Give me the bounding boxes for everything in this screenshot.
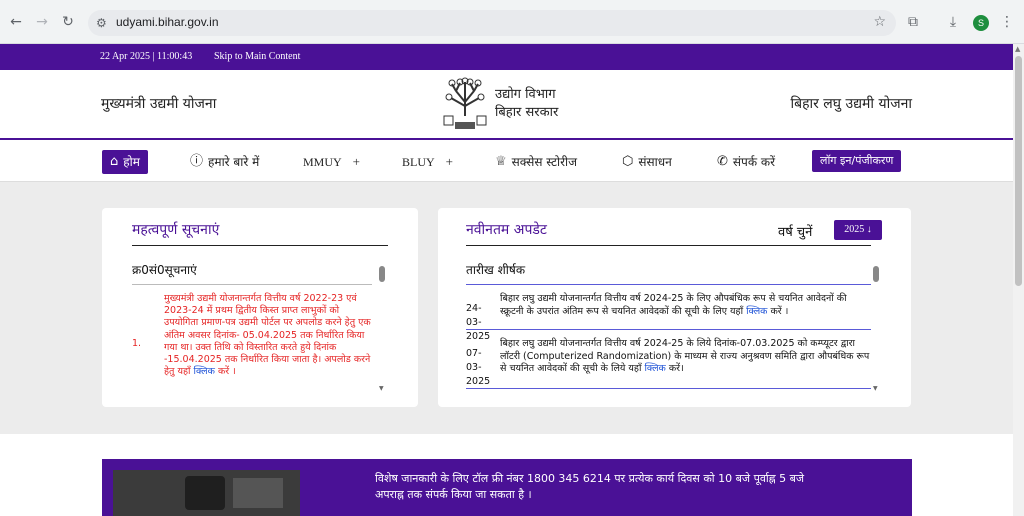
department-name: उद्योग विभाग बिहार सरकार (495, 86, 558, 122)
nav-resources-label: संसाधन (638, 155, 672, 169)
header-divider (132, 284, 372, 285)
browser-toolbar: ← → ↻ ⚙ udyami.bihar.gov.in ☆ ⧉ ⤓ S ⋮ (0, 0, 1024, 44)
notice-suffix: करें । (217, 366, 236, 378)
url-text[interactable]: udyami.bihar.gov.in (116, 15, 219, 29)
nav-mmuy[interactable]: MMUY + (303, 150, 360, 174)
box-icon: ⬡ (622, 154, 634, 169)
profile-avatar[interactable]: S (973, 15, 989, 31)
home-icon: ⌂ (110, 154, 119, 169)
header-divider (466, 284, 871, 285)
notices-scrollbar[interactable]: ▼ (379, 263, 387, 393)
nav-success-stories[interactable]: ♕ सक्सेस स्टोरीज (495, 150, 577, 174)
page-scrollbar[interactable]: ▲ (1013, 44, 1024, 516)
datetime-text: 22 Apr 2025 | 11:00:43 (100, 51, 193, 62)
dept-line-2: बिहार सरकार (495, 105, 559, 120)
update-text: बिहार लघु उद्यमी योजनान्तर्गत वित्तीय वर… (500, 293, 847, 317)
helpline-banner: विशेष जानकारी के लिए टॉल फ्री नंबर 1800 … (102, 459, 912, 516)
update-row: 07-03-2025 बिहार लघु उद्यमी योजनान्तर्गत… (466, 338, 871, 387)
address-bar[interactable]: ⚙ udyami.bihar.gov.in ☆ (88, 10, 896, 36)
nav-bluy-label: BLUY (402, 155, 435, 169)
updates-header-row: तारीख शीर्षक (466, 261, 525, 278)
helpline-phone-image (113, 470, 300, 516)
bluy-title-link[interactable]: बिहार लघु उद्यमी योजना (790, 94, 912, 113)
nav-success-label: सक्सेस स्टोरीज (511, 155, 578, 169)
year-select-label: वर्ष चुनें (778, 225, 813, 240)
page-content: 22 Apr 2025 | 11:00:43 Skip to Main Cont… (0, 44, 1013, 516)
helpline-text: विशेष जानकारी के लिए टॉल फ्री नंबर 1800 … (375, 472, 805, 501)
crown-icon: ♕ (495, 154, 507, 169)
skip-to-content-link[interactable]: Skip to Main Content (214, 51, 300, 62)
nav-mmuy-label: MMUY (303, 155, 342, 169)
site-info-icon[interactable]: ⚙ (96, 15, 112, 31)
info-icon: ⓘ (190, 154, 204, 169)
update-date: 07-03-2025 (466, 348, 491, 387)
bookmark-star-icon[interactable]: ☆ (873, 14, 886, 30)
updates-title: नवीनतम अपडेट (466, 222, 547, 238)
forward-icon[interactable]: → (34, 14, 50, 30)
update-text-block: बिहार लघु उद्यमी योजनान्तर्गत वित्तीय वर… (500, 293, 870, 318)
nav-home[interactable]: ⌂ होम (102, 150, 148, 174)
back-icon[interactable]: ← (8, 14, 24, 30)
notice-text: मुख्यमंत्री उद्यमी योजनान्तर्गत वित्तीय … (164, 293, 371, 378)
bihar-govt-emblem-icon (441, 76, 489, 132)
dept-line-1: उद्योग विभाग (495, 87, 556, 102)
nav-resources[interactable]: ⬡ संसाधन (622, 150, 672, 174)
notices-scroll-thumb[interactable] (379, 266, 385, 282)
expand-plus-icon: + (352, 154, 361, 169)
nav-contact[interactable]: ✆ संपर्क करें (717, 150, 775, 174)
update-suffix: करें । (770, 305, 789, 317)
nav-about-label: हमारे बारे में (208, 155, 260, 169)
notice-click-link[interactable]: क्लिक (194, 366, 215, 377)
phone-icon: ✆ (717, 154, 728, 169)
phone-handset-shape (185, 476, 225, 510)
reload-icon[interactable]: ↻ (60, 14, 76, 30)
nav-bluy[interactable]: BLUY + (402, 150, 453, 174)
update-click-link[interactable]: क्लिक (644, 363, 665, 374)
page-scroll-thumb[interactable] (1015, 56, 1022, 286)
col-notice-header: सूचनाएं (164, 263, 197, 277)
download-icon[interactable]: ⤓ (944, 13, 962, 31)
expand-plus-icon: + (445, 154, 454, 169)
latest-updates-card: नवीनतम अपडेट वर्ष चुनें 2025 ↓ तारीख शीर… (438, 208, 911, 407)
extensions-icon[interactable]: ⧉ (904, 13, 922, 31)
update-text: बिहार लघु उद्यमी योजनान्तर्गत वित्तीय वर… (500, 338, 870, 374)
row-divider (466, 388, 871, 389)
notices-header-row: क्र0सं0सूचनाएं (132, 261, 197, 278)
scroll-down-arrow-icon[interactable]: ▼ (379, 385, 384, 392)
nav-home-label: होम (123, 155, 140, 169)
year-dropdown[interactable]: 2025 ↓ (834, 220, 882, 240)
update-click-link[interactable]: क्लिक (746, 306, 767, 317)
notice-serial: 1. (132, 338, 142, 349)
menu-kebab-icon[interactable]: ⋮ (998, 13, 1016, 31)
login-register-button[interactable]: लॉग इन/पंजीकरण (812, 150, 902, 172)
updates-scroll-thumb[interactable] (873, 266, 879, 282)
important-notices-card: महत्वपूर्ण सूचनाएं क्र0सं0सूचनाएं 1. मुख… (102, 208, 418, 407)
update-text-block: बिहार लघु उद्यमी योजनान्तर्गत वित्तीय वर… (500, 338, 870, 376)
scroll-up-arrow-icon[interactable]: ▲ (1015, 45, 1020, 53)
row-divider (466, 329, 871, 330)
keypad-shape (233, 478, 283, 508)
col-title-header: शीर्षक (497, 263, 526, 277)
col-date-header: तारीख (466, 263, 494, 277)
update-row: 24-03-2025 बिहार लघु उद्यमी योजनान्तर्गत… (466, 293, 871, 342)
top-info-bar: 22 Apr 2025 | 11:00:43 Skip to Main Cont… (0, 44, 1013, 70)
nav-about[interactable]: ⓘ हमारे बारे में (190, 150, 259, 174)
update-suffix: करें। (668, 363, 684, 374)
main-navigation: ⌂ होम ⓘ हमारे बारे में MMUY + BLUY + ♕ स… (0, 140, 1013, 182)
title-divider (132, 245, 388, 246)
title-divider (466, 245, 871, 246)
nav-contact-label: संपर्क करें (732, 155, 775, 169)
mmuy-title-link[interactable]: मुख्यमंत्री उद्यमी योजना (101, 94, 216, 113)
updates-scrollbar[interactable]: ▼ (873, 263, 881, 393)
col-serial-header: क्र0सं0 (132, 263, 165, 277)
notices-title: महत्वपूर्ण सूचनाएं (132, 222, 220, 238)
scroll-down-arrow-icon[interactable]: ▼ (873, 385, 878, 392)
notice-item: मुख्यमंत्री उद्यमी योजनान्तर्गत वित्तीय … (164, 293, 376, 378)
site-header: मुख्यमंत्री उद्यमी योजना उद्योग विभाग बि… (0, 70, 1013, 140)
